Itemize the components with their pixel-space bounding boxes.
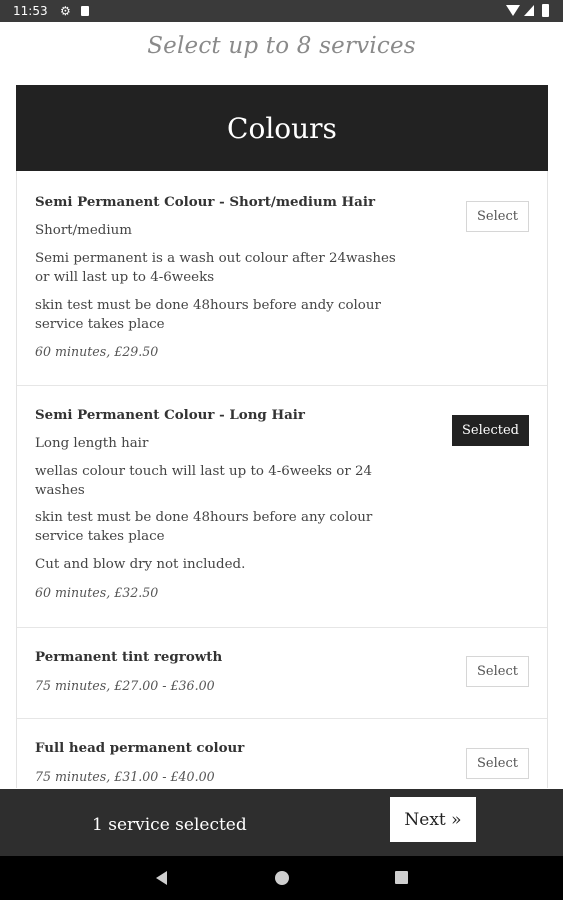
- select-button[interactable]: Select: [466, 748, 529, 779]
- select-button[interactable]: Select: [466, 201, 529, 232]
- sd-card-icon: [81, 6, 89, 16]
- status-bar: 11:53 ⚙: [0, 0, 563, 22]
- service-duration-price: 60 minutes, £32.50: [35, 585, 159, 600]
- selected-count: 1 service selected: [92, 815, 247, 835]
- navigation-bar: [0, 856, 563, 900]
- service-description: Long length hair: [35, 436, 149, 451]
- service-duration-price: 60 minutes, £29.50: [35, 344, 159, 359]
- service-item-full-head-permanent: Full head permanent colour 75 minutes, £…: [17, 719, 547, 788]
- service-title: Semi Permanent Colour - Short/medium Hai…: [35, 194, 375, 210]
- service-description: skin test must be done 48hours before an…: [35, 510, 373, 544]
- category-title: Colours: [227, 111, 337, 145]
- service-description: Short/medium: [35, 223, 132, 238]
- service-description: Cut and blow dry not included.: [35, 557, 246, 572]
- next-button[interactable]: Next »: [390, 797, 476, 842]
- selection-footer: 1 service selected Next »: [0, 789, 563, 856]
- select-button[interactable]: Select: [466, 656, 529, 687]
- battery-icon: [542, 4, 549, 17]
- service-item-semi-permanent-short: Semi Permanent Colour - Short/medium Hai…: [17, 171, 547, 386]
- signal-icon: [524, 5, 534, 16]
- recent-apps-icon[interactable]: [395, 871, 408, 884]
- service-description: wellas colour touch will last up to 4-6w…: [35, 464, 373, 498]
- service-item-permanent-tint-regrowth: Permanent tint regrowth 75 minutes, £27.…: [17, 628, 547, 719]
- service-description: Semi permanent is a wash out colour afte…: [35, 251, 396, 285]
- status-time: 11:53: [13, 4, 48, 18]
- service-item-semi-permanent-long: Semi Permanent Colour - Long Hair Long l…: [17, 386, 547, 628]
- service-description: skin test must be done 48hours before an…: [35, 298, 381, 332]
- service-title: Semi Permanent Colour - Long Hair: [35, 407, 305, 423]
- back-icon[interactable]: [156, 871, 167, 885]
- service-title: Permanent tint regrowth: [35, 649, 223, 665]
- page-title: Select up to 8 services: [147, 33, 416, 59]
- home-icon[interactable]: [275, 871, 289, 885]
- gear-icon: ⚙: [60, 4, 71, 18]
- service-title: Full head permanent colour: [35, 740, 245, 756]
- selected-button[interactable]: Selected: [452, 415, 529, 446]
- service-duration-price: 75 minutes, £27.00 - £36.00: [35, 678, 215, 693]
- wifi-icon: [506, 5, 520, 16]
- service-list: Semi Permanent Colour - Short/medium Hai…: [16, 171, 548, 788]
- category-header: Colours: [16, 85, 548, 171]
- service-duration-price: 75 minutes, £31.00 - £40.00: [35, 769, 215, 784]
